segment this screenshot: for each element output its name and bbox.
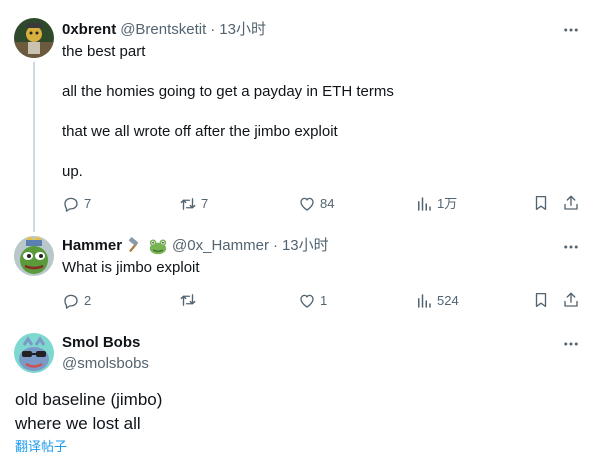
share-button[interactable] (562, 291, 580, 309)
display-name[interactable]: Hammer (62, 236, 122, 256)
bookmark-button[interactable] (532, 291, 550, 309)
share-icon (564, 195, 578, 210)
reply-icon (64, 294, 78, 309)
views-count: 1万 (437, 196, 458, 211)
author-handle-row: @smolsbobs (62, 354, 149, 374)
tweet-header: Hammer @0x_Hammer · 13小时 (62, 236, 329, 256)
reply-icon (64, 197, 78, 212)
timestamp[interactable]: 13小时 (282, 236, 329, 256)
like-button[interactable]: 1 (298, 291, 327, 311)
share-icon (564, 292, 578, 307)
tweet-text-line: where we lost all (15, 414, 141, 433)
bookmark-button[interactable] (532, 194, 550, 212)
tweet-header: 0xbrent @Brentsketit · 13小时 (62, 20, 266, 40)
tweet-text-line: the best part (62, 43, 146, 60)
translate-post-link[interactable]: 翻译帖子 (15, 438, 67, 456)
reply-button[interactable]: 2 (62, 291, 91, 311)
separator: · (272, 237, 278, 254)
like-icon (300, 197, 314, 211)
views-icon (418, 197, 431, 211)
like-button[interactable]: 84 (298, 194, 334, 214)
avatar[interactable] (14, 18, 54, 58)
thread-line (33, 62, 35, 232)
views-button[interactable]: 524 (415, 291, 459, 311)
tweet-text-line: old baseline (jimbo) (15, 390, 163, 409)
like-count: 84 (320, 196, 335, 211)
hammer-emoji-icon (126, 237, 144, 255)
display-name[interactable]: Smol Bobs (62, 333, 140, 353)
views-icon (418, 294, 431, 308)
action-bar: 7 7 84 1万 (62, 194, 592, 214)
retweet-count: 7 (201, 196, 209, 211)
views-button[interactable]: 1万 (415, 194, 457, 214)
reply-count: 7 (84, 196, 92, 211)
retweet-icon (180, 198, 196, 210)
retweet-button[interactable] (179, 291, 201, 309)
handle[interactable]: @0x_Hammer (172, 236, 269, 256)
bookmark-icon (535, 292, 547, 308)
timestamp[interactable]: 13小时 (219, 20, 266, 40)
views-count: 524 (437, 293, 459, 308)
more-icon[interactable] (561, 334, 581, 354)
bookmark-icon (535, 195, 547, 211)
tweet-text-line: that we all wrote off after the jimbo ex… (62, 123, 338, 140)
display-name[interactable]: 0xbrent (62, 20, 116, 40)
retweet-button[interactable]: 7 (179, 194, 208, 214)
tweet-text-line: What is jimbo exploit (62, 259, 200, 276)
tweet-text-line: all the homies going to get a payday in … (62, 83, 394, 100)
more-icon[interactable] (561, 20, 581, 40)
reply-count: 2 (84, 293, 92, 308)
share-button[interactable] (562, 194, 580, 212)
separator: · (210, 21, 216, 38)
avatar[interactable] (14, 236, 54, 276)
retweet-icon (180, 294, 196, 306)
tweet-text-line: up. (62, 163, 83, 180)
more-icon[interactable] (561, 237, 581, 257)
author-name-row: Smol Bobs (62, 333, 140, 353)
like-count: 1 (320, 293, 328, 308)
action-bar: 2 1 524 (62, 291, 592, 311)
handle[interactable]: @smolsbobs (62, 354, 149, 374)
frog-emoji-icon (148, 237, 168, 255)
avatar[interactable] (14, 333, 54, 373)
handle[interactable]: @Brentsketit (120, 20, 206, 40)
like-icon (300, 294, 314, 308)
reply-button[interactable]: 7 (62, 194, 91, 214)
